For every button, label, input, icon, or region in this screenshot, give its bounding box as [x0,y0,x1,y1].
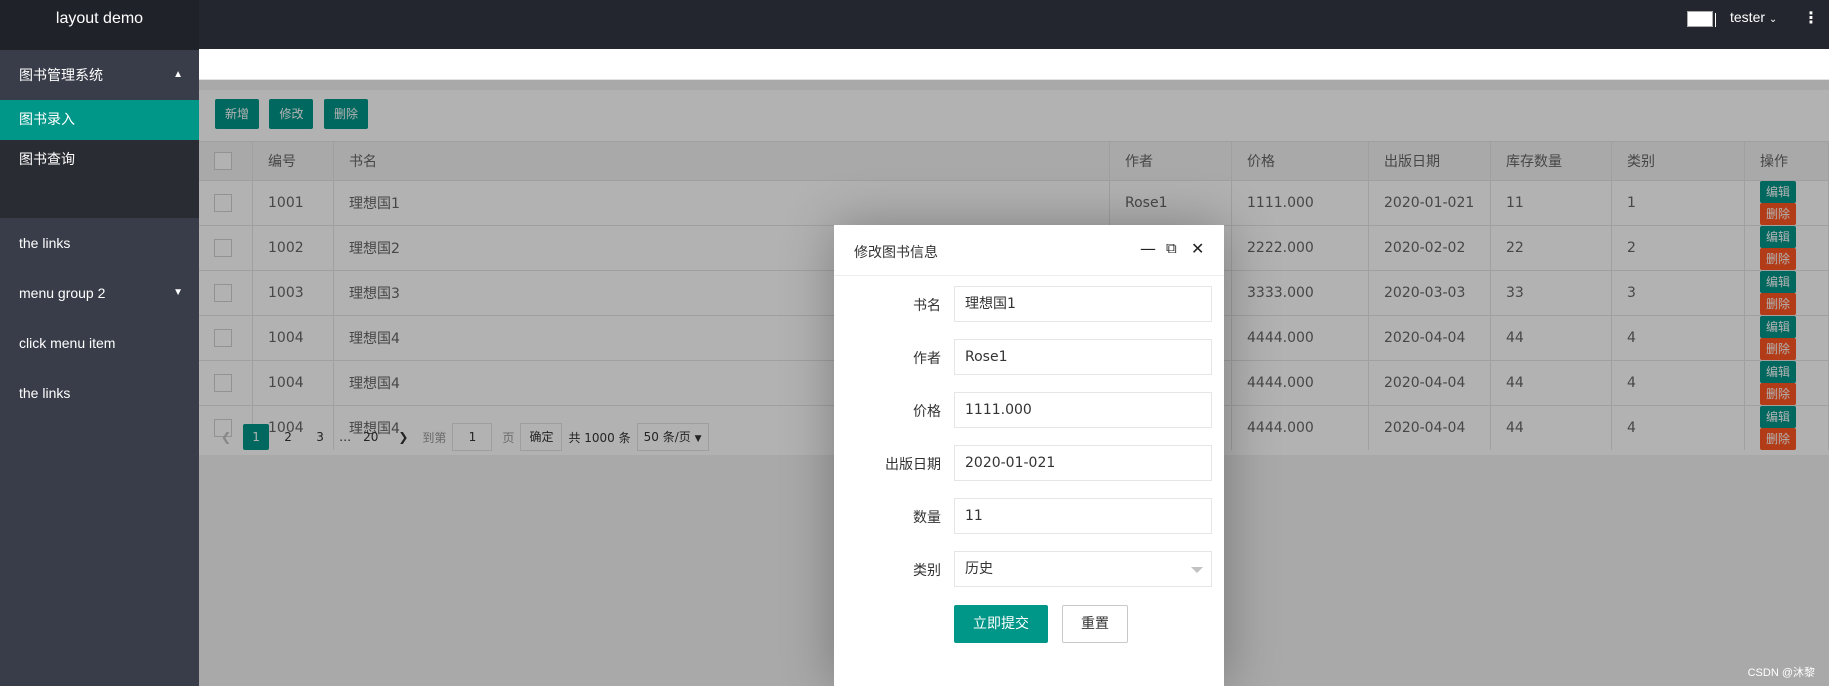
price-value: 1111.000 [965,402,1032,418]
sidebar-item-book-entry[interactable]: 图书录入 [0,100,199,140]
menu-group-label: 图书管理系统 [19,67,103,83]
reset-button[interactable]: 重置 [1062,605,1128,643]
top-header: tester ⌄ ⋮ [199,0,1829,49]
pubdate-value: 2020-01-021 [965,455,1056,471]
sidebar-item-links-1[interactable]: the links [0,218,199,268]
sidebar-item-click-menu[interactable]: click menu item [0,318,199,368]
chevron-down-icon: ⌄ [1768,14,1778,25]
sidebar: layout demo 图书管理系统 ▲ 图书录入 图书查询 the links… [0,0,199,686]
submit-button[interactable]: 立即提交 [954,605,1048,643]
close-icon[interactable]: ✕ [1191,239,1204,258]
title-value: 理想国1 [965,296,1016,312]
input-quantity[interactable]: 11 [954,498,1212,534]
chevron-down-icon: ▼ [173,287,183,298]
input-author[interactable]: Rose1 [954,339,1212,375]
author-value: Rose1 [965,349,1008,365]
dialog-title: 修改图书信息 [854,245,938,261]
label-author: 作者 [913,351,941,367]
form-row-author: 作者 Rose1 [834,339,1224,377]
minimize-icon[interactable]: — [1140,239,1156,258]
input-price[interactable]: 1111.000 [954,392,1212,428]
tab-bar [199,49,1829,80]
maximize-icon[interactable]: ⧉ [1166,239,1177,257]
dialog-header: 修改图书信息 — ⧉ ✕ [834,225,1224,276]
label-pubdate: 出版日期 [885,457,941,473]
form-row-title: 书名 理想国1 [834,286,1224,324]
user-name: tester [1730,9,1766,25]
form-row-price: 价格 1111.000 [834,392,1224,430]
category-select[interactable]: 历史 [954,551,1212,587]
input-title[interactable]: 理想国1 [954,286,1212,322]
input-pubdate[interactable]: 2020-01-021 [954,445,1212,481]
watermark: CSDN @沐黎 [1747,667,1815,679]
sidebar-item-book-query[interactable]: 图书查询 [0,140,199,180]
form-row-quantity: 数量 11 [834,498,1224,536]
menu-group-book-system[interactable]: 图书管理系统 ▲ [0,50,199,100]
label-title: 书名 [913,298,941,314]
chevron-up-icon: ▲ [173,69,183,80]
form-row-pubdate: 出版日期 2020-01-021 [834,445,1224,483]
avatar[interactable] [1687,11,1716,27]
sidebar-item-links-2[interactable]: the links [0,368,199,418]
category-value: 历史 [965,561,993,577]
caret-down-icon [1191,567,1203,573]
app-logo: layout demo [0,0,199,50]
menu-group-2-label: menu group 2 [19,285,106,301]
label-quantity: 数量 [913,510,941,526]
quantity-value: 11 [965,508,983,524]
submenu: 图书录入 图书查询 [0,100,199,218]
label-category: 类别 [913,563,941,579]
label-price: 价格 [913,404,941,420]
form-row-category: 类别 历史 [834,551,1224,589]
vertical-dots-icon[interactable]: ⋮ [1803,8,1819,27]
edit-book-dialog: 修改图书信息 — ⧉ ✕ 书名 理想国1 作者 Rose1 价格 1111.00… [834,225,1224,686]
menu-group-2[interactable]: menu group 2 ▼ [0,268,199,318]
user-menu[interactable]: tester ⌄ [1730,9,1777,25]
